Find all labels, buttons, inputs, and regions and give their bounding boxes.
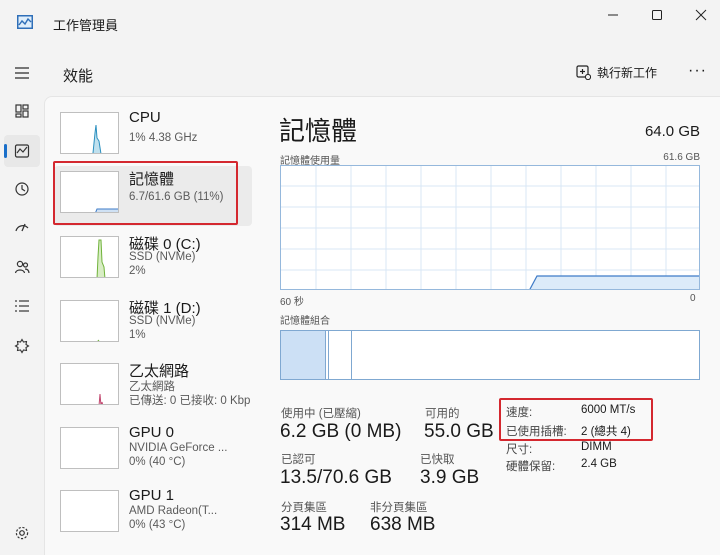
perf-item-detail: 1% 4.38 GHz	[129, 132, 198, 144]
perf-item-usage: 1%	[129, 329, 146, 341]
committed-label: 已認可	[281, 454, 316, 466]
hardware-reserved-value: 2.4 GB	[581, 458, 617, 470]
close-icon	[695, 9, 707, 21]
processes-icon	[15, 104, 29, 118]
composition-modified-segment	[326, 331, 352, 379]
rail-item-processes[interactable]	[4, 95, 40, 127]
history-icon	[15, 182, 29, 196]
perf-item-name: GPU 1	[129, 487, 175, 504]
maximize-button[interactable]	[634, 0, 680, 30]
in-use-label: 使用中 (已壓縮)	[281, 408, 361, 420]
services-icon	[14, 338, 30, 354]
speed-value: 6000 MT/s	[581, 404, 636, 416]
run-new-task-button[interactable]: 執行新工作	[576, 64, 657, 81]
run-new-task-label: 執行新工作	[597, 66, 658, 80]
more-options-button[interactable]: ···	[688, 62, 707, 80]
memory-usage-max: 61.6 GB	[663, 152, 700, 163]
rail-item-startup[interactable]	[4, 211, 40, 243]
available-label: 可用的	[425, 408, 460, 420]
perf-item-detail: AMD Radeon(T...	[129, 505, 218, 517]
in-use-value: 6.2 GB (0 MB)	[280, 421, 402, 442]
navigation-rail	[0, 44, 44, 555]
startup-icon	[15, 223, 29, 232]
menu-icon	[15, 67, 29, 79]
cached-label: 已快取	[420, 454, 455, 466]
perf-item-name: 記憶體	[129, 171, 175, 188]
rail-item-performance[interactable]	[4, 135, 40, 167]
perf-item-memory[interactable]: 記憶體 6.7/61.6 GB (11%)	[54, 166, 252, 226]
memory-composition-label: 記憶體組合	[280, 316, 330, 327]
speed-label: 速度:	[506, 407, 533, 419]
memory-total: 64.0 GB	[644, 123, 700, 140]
slots-used-value: 2 (總共 4)	[581, 426, 631, 438]
perf-item-disk-0[interactable]: 磁碟 0 (C:) SSD (NVMe) 2%	[54, 231, 252, 291]
disk-0-mini-graph	[60, 236, 119, 278]
nonpaged-pool-label: 非分頁集區	[370, 502, 428, 514]
perf-item-usage: 0% (43 °C)	[129, 519, 186, 531]
close-button[interactable]	[678, 0, 720, 30]
perf-item-throughput: 已傳送: 0 已接收: 0 Kbp	[129, 395, 251, 407]
perf-item-name: CPU	[129, 109, 161, 126]
perf-item-gpu-0[interactable]: GPU 0 NVIDIA GeForce ... 0% (40 °C)	[54, 422, 252, 482]
perf-item-usage: 2%	[129, 265, 146, 277]
perf-item-detail: SSD (NVMe)	[129, 315, 196, 327]
slots-used-label: 已使用插槽:	[506, 426, 567, 438]
available-value: 55.0 GB	[424, 421, 494, 442]
cpu-mini-graph	[60, 112, 119, 154]
form-factor-value: DIMM	[581, 441, 612, 453]
composition-in-use-segment	[281, 331, 326, 379]
perf-item-detail: SSD (NVMe)	[129, 251, 196, 263]
perf-item-ethernet[interactable]: 乙太網路 乙太網路 已傳送: 0 已接收: 0 Kbp	[54, 358, 252, 418]
rail-item-app-history[interactable]	[4, 173, 40, 205]
run-new-task-icon	[576, 65, 591, 80]
perf-item-disk-1[interactable]: 磁碟 1 (D:) SSD (NVMe) 1%	[54, 295, 252, 355]
form-factor-label: 尺寸:	[506, 444, 533, 456]
minimize-button[interactable]	[590, 0, 636, 30]
perf-item-detail: 6.7/61.6 GB (11%)	[129, 191, 224, 203]
rail-item-details[interactable]	[4, 290, 40, 322]
task-manager-app-icon	[17, 15, 33, 29]
memory-usage-graph-svg	[281, 166, 699, 289]
settings-icon	[15, 526, 29, 540]
graph-time-right: 0	[690, 293, 696, 304]
paged-pool-label: 分頁集區	[281, 502, 327, 514]
memory-composition-bar	[280, 330, 700, 380]
perf-item-gpu-1[interactable]: GPU 1 AMD Radeon(T... 0% (43 °C)	[54, 485, 252, 545]
window-title: 工作管理員	[53, 18, 119, 33]
cached-value: 3.9 GB	[420, 467, 480, 488]
details-icon	[15, 300, 29, 312]
maximize-icon	[652, 10, 662, 20]
ethernet-mini-graph	[60, 363, 119, 405]
minimize-icon	[608, 14, 618, 16]
gpu-0-mini-graph	[60, 427, 119, 469]
disk-1-mini-graph	[60, 300, 119, 342]
rail-item-services[interactable]	[4, 330, 40, 362]
perf-item-detail: NVIDIA GeForce ...	[129, 442, 228, 454]
committed-value: 13.5/70.6 GB	[280, 467, 392, 488]
perf-item-cpu[interactable]: CPU 1% 4.38 GHz	[54, 107, 252, 167]
page-title: 效能	[63, 68, 94, 85]
hardware-reserved-label: 硬體保留:	[506, 461, 556, 473]
paged-pool-value: 314 MB	[280, 514, 346, 535]
memory-usage-graph	[280, 165, 700, 290]
settings-button[interactable]	[4, 517, 40, 549]
perf-item-usage: 0% (40 °C)	[129, 456, 186, 468]
users-icon	[14, 260, 30, 274]
title-bar: 工作管理員	[0, 0, 720, 44]
perf-item-name: GPU 0	[129, 424, 175, 441]
gpu-1-mini-graph	[60, 490, 119, 532]
menu-button[interactable]	[4, 57, 40, 89]
performance-icon	[14, 144, 30, 158]
nonpaged-pool-value: 638 MB	[370, 514, 436, 535]
rail-item-users[interactable]	[4, 251, 40, 283]
memory-mini-graph	[60, 171, 119, 213]
detail-title: 記憶體	[279, 116, 358, 146]
graph-time-left: 60 秒	[280, 297, 304, 308]
